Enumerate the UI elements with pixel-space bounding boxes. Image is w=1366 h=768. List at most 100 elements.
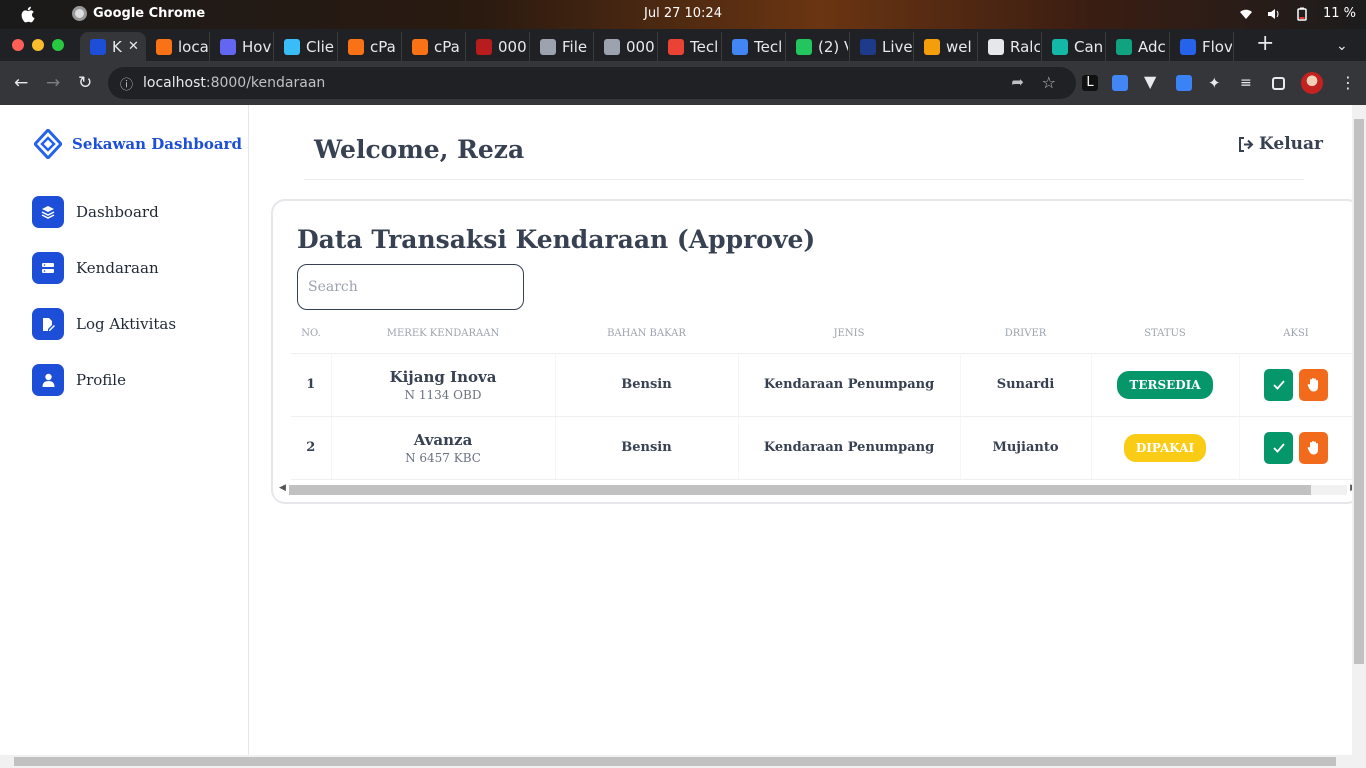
site-info-icon[interactable]: ⓘ	[120, 74, 133, 93]
browser-tab[interactable]: 000	[466, 32, 530, 61]
share-icon[interactable]: ➦	[1011, 73, 1024, 91]
hand-stop-icon	[1307, 441, 1318, 455]
battery-percent: 11 %	[1322, 6, 1356, 21]
approve-button[interactable]	[1264, 368, 1294, 401]
extension-l-icon[interactable]: L	[1082, 75, 1098, 91]
browser-tab[interactable]: cPa	[402, 32, 466, 61]
tab-favicon-icon	[668, 38, 684, 55]
side-panel-icon[interactable]	[1272, 77, 1285, 90]
type-cell: Kendaraan Penumpang	[738, 353, 961, 417]
tab-list: K ✕ loca Hov Clie cPa cPa 000 File 000 Tecl Tecl (2)…	[80, 32, 1234, 61]
brand[interactable]: Sekawan Dashboard	[34, 129, 242, 159]
vehicle-cell: Avanza N 6457 KBC	[331, 416, 556, 480]
sidebar-item-log-aktivitas[interactable]: Log Aktivitas	[32, 308, 176, 340]
tab-title: loca	[178, 37, 208, 56]
chrome-icon	[72, 6, 87, 21]
scroll-thumb[interactable]	[289, 485, 1311, 495]
browser-tab[interactable]: loca	[146, 32, 210, 61]
browser-tab[interactable]: Flov	[1170, 32, 1234, 61]
logout-button[interactable]: Keluar	[1238, 134, 1323, 154]
column-header: AKSI	[1239, 315, 1353, 354]
browser-tab[interactable]: wel	[914, 32, 978, 61]
browser-tab[interactable]: Hov	[210, 32, 274, 61]
bookmark-star-icon[interactable]: ☆	[1042, 73, 1056, 92]
wifi-icon[interactable]	[1239, 8, 1253, 20]
forward-icon[interactable]: →	[46, 73, 60, 93]
close-tab-icon[interactable]: ✕	[128, 39, 139, 54]
address-bar[interactable]: ⓘ localhost:8000/kendaraan ➦ ☆	[108, 67, 1076, 99]
browser-tab[interactable]: Tecl	[722, 32, 786, 61]
page-vertical-scrollbar[interactable]	[1352, 105, 1366, 755]
table-header-row: NO. MEREK KENDARAAN BAHAN BAKAR JENIS DR…	[291, 315, 1353, 354]
browser-tab[interactable]: Ralc	[978, 32, 1042, 61]
fuel-cell: Bensin	[555, 353, 739, 417]
tab-favicon-icon	[90, 38, 106, 55]
tab-title: Clie	[306, 37, 335, 56]
table-row: 2 Avanza N 6457 KBC Bensin Kendaraan Pen…	[291, 416, 1353, 480]
sidebar-item-kendaraan[interactable]: Kendaraan	[32, 252, 176, 284]
new-tab-button[interactable]: +	[1256, 33, 1274, 55]
logout-label: Keluar	[1259, 134, 1324, 154]
search-input[interactable]	[297, 264, 524, 310]
reload-icon[interactable]: ↻	[78, 73, 92, 93]
browser-tab[interactable]: File	[530, 32, 594, 61]
sidebar-item-label: Kendaraan	[76, 259, 159, 277]
tab-title: wel	[946, 37, 972, 56]
sidebar-item-label: Profile	[76, 371, 126, 389]
reject-button[interactable]	[1299, 368, 1329, 401]
minimize-window-button[interactable]	[32, 39, 44, 51]
chrome-menu-icon[interactable]: ⋮	[1340, 73, 1356, 92]
diamond-logo-icon	[34, 129, 62, 159]
volume-icon[interactable]	[1267, 8, 1281, 20]
status-cell: TERSEDIA	[1091, 353, 1240, 417]
browser-tab[interactable]: Adc	[1106, 32, 1170, 61]
tab-title: Tecl	[690, 37, 719, 56]
close-window-button[interactable]	[12, 39, 24, 51]
reject-button[interactable]	[1299, 431, 1329, 464]
transaction-table: NO. MEREK KENDARAAN BAHAN BAKAR JENIS DR…	[291, 315, 1353, 480]
tab-title: Live	[882, 37, 912, 56]
os-top-bar: Google Chrome Jul 27 10:24 11 %	[0, 0, 1366, 29]
extension-vue-icon[interactable]: ▼	[1144, 74, 1160, 91]
tab-title: Can	[1074, 37, 1104, 56]
extension-ft-icon[interactable]	[1176, 75, 1192, 91]
browser-tab[interactable]: cPa	[338, 32, 402, 61]
extension-docs-icon[interactable]	[1112, 75, 1128, 91]
browser-tab[interactable]: Clie	[274, 32, 338, 61]
browser-tab[interactable]: 000	[594, 32, 658, 61]
url-text[interactable]: localhost:8000/kendaraan	[143, 75, 325, 91]
approve-button[interactable]	[1264, 431, 1294, 464]
vehicle-brand: Kijang Inova	[389, 367, 497, 386]
tab-favicon-icon	[220, 38, 236, 55]
status-badge: DIPAKAI	[1123, 433, 1207, 462]
sign-out-icon	[1239, 136, 1254, 152]
tab-search-chevron-icon[interactable]: ⌄	[1336, 38, 1348, 54]
apple-icon[interactable]	[20, 6, 35, 23]
tab-favicon-icon	[476, 38, 492, 55]
browser-tab[interactable]: Live	[850, 32, 914, 61]
sidebar-item-profile[interactable]: Profile	[32, 364, 176, 396]
maximize-window-button[interactable]	[52, 39, 64, 51]
vehicle-brand: Avanza	[413, 430, 473, 449]
tab-favicon-icon	[924, 38, 940, 55]
extensions-puzzle-icon[interactable]: ✦	[1208, 75, 1224, 91]
active-app-label[interactable]: Google Chrome	[72, 6, 205, 21]
battery-icon[interactable]	[1295, 7, 1309, 21]
page-horizontal-scrollbar[interactable]	[0, 755, 1366, 768]
browser-tab[interactable]: (2) V	[786, 32, 850, 61]
browser-tab[interactable]: K ✕	[80, 32, 146, 61]
scroll-left-arrow-icon[interactable]: ◀	[279, 483, 286, 493]
reading-list-icon[interactable]: ≡	[1240, 75, 1256, 91]
browser-tab[interactable]: Can	[1042, 32, 1106, 61]
sidebar-item-dashboard[interactable]: Dashboard	[32, 196, 176, 228]
browser-tab[interactable]: Tecl	[658, 32, 722, 61]
table-horizontal-scrollbar[interactable]: ◀ ▶	[277, 482, 1359, 496]
back-icon[interactable]: ←	[14, 73, 28, 93]
main-content: Welcome, Reza Keluar Data Transaksi Kend…	[249, 105, 1361, 755]
table-row: 1 Kijang Inova N 1134 OBD Bensin Kendara…	[291, 353, 1353, 417]
fuel-cell: Bensin	[555, 416, 739, 480]
scroll-thumb[interactable]	[14, 757, 1336, 766]
tab-favicon-icon	[796, 38, 812, 55]
scroll-thumb[interactable]	[1354, 119, 1364, 664]
profile-avatar[interactable]	[1301, 72, 1323, 94]
